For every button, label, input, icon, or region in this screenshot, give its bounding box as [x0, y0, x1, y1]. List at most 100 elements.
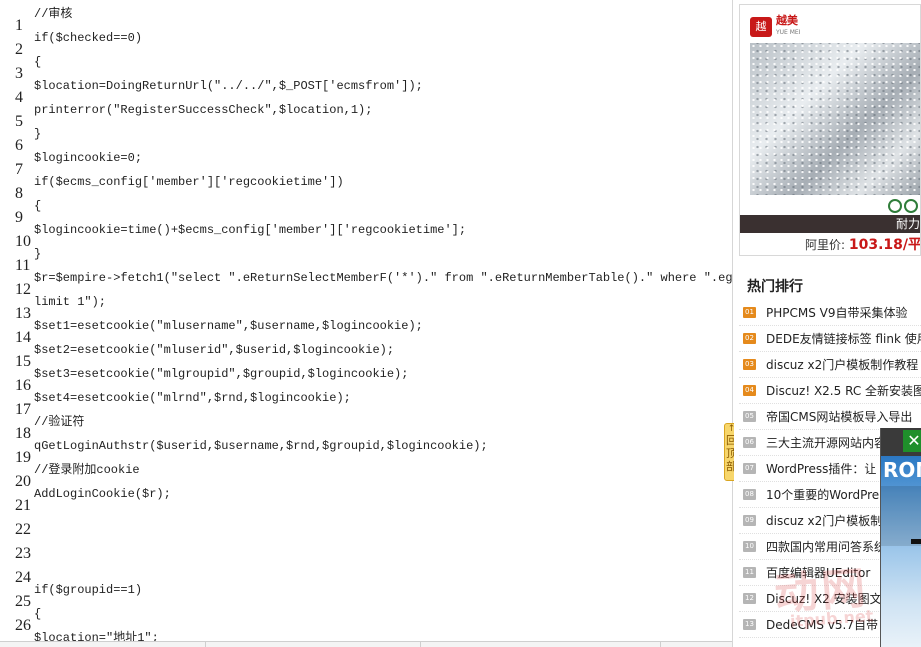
line-number: 14 [15, 329, 31, 346]
line-number: 3 [15, 65, 23, 82]
hot-list-link[interactable]: Discuz! X2 安装图文 [766, 590, 882, 607]
code-line: $set1=esetcookie("mlusername",$username,… [34, 319, 423, 333]
status-bar [0, 641, 732, 647]
code-line: $r=$empire->fetch1("select ".eReturnSele… [34, 271, 733, 285]
line-number: 11 [15, 257, 31, 274]
hot-list-link[interactable]: 百度编辑器UEditor [766, 564, 870, 581]
code-line: $location=DoingReturnUrl("../../",$_POST… [34, 79, 423, 93]
hot-list-link[interactable]: 10个重要的WordPre [766, 486, 879, 503]
hot-list-link[interactable]: DedeCMS v5.7自带 [766, 616, 878, 633]
line-number: 15 [15, 353, 31, 370]
hot-list-link[interactable]: DEDE友情链接标签 flink 使用 [766, 330, 921, 347]
ad-caption: 耐力 [740, 215, 920, 233]
line-number: 1 [15, 17, 23, 34]
rank-badge: 10 [743, 541, 756, 552]
line-number: 16 [15, 377, 31, 394]
rank-badge: 11 [743, 567, 756, 578]
line-number: 25 [15, 593, 31, 610]
line-number: 22 [15, 521, 31, 538]
code-line: $logincookie=0; [34, 151, 143, 165]
hot-list-item[interactable]: 04 Discuz! X2.5 RC 全新安装图 [739, 378, 921, 404]
code-line: AddLoginCookie($r); [34, 487, 171, 501]
hot-list-link[interactable]: PHPCMS V9自带采集体验 [766, 304, 908, 321]
line-number: 24 [15, 569, 31, 586]
code-line: if($ecms_config['member']['regcookietime… [34, 175, 344, 189]
code-line: } [34, 127, 42, 141]
hot-list-link[interactable]: Discuz! X2.5 RC 全新安装图 [766, 382, 921, 399]
floating-ad[interactable]: ✕ ROM [880, 428, 921, 647]
rank-badge: 05 [743, 411, 756, 422]
code-line: { [34, 607, 42, 621]
code-panel: 1 2 3 4 5 6 7 8 9 10 11 12 13 14 15 16 17 18 19 20 21 22 23 24 2… [0, 0, 733, 647]
rank-badge: 04 [743, 385, 756, 396]
line-number: 17 [15, 401, 31, 418]
ad-price[interactable]: 阿里价: 103.18/平 [740, 235, 921, 255]
line-number: 19 [15, 449, 31, 466]
price-label: 阿里价: [804, 238, 846, 252]
rank-badge: 09 [743, 515, 756, 526]
hot-list-item[interactable]: 03 discuz x2门户模板制作教程 [739, 352, 921, 378]
brand-name: 越美 [776, 14, 798, 27]
certification-badges [888, 199, 918, 213]
hot-list-title: 热门排行 [747, 280, 803, 295]
product-ad[interactable]: 越 越美 YUE MEI 耐力 阿里价: 103.18/平 [739, 4, 921, 256]
hot-list-link[interactable]: 四款国内常用问答系统 [766, 538, 886, 555]
close-icon[interactable]: ✕ [903, 430, 921, 452]
badge-icon [904, 199, 918, 213]
code-line: $set2=esetcookie("mluserid",$userid,$log… [34, 343, 395, 357]
line-number: 26 [15, 617, 31, 634]
line-number: 10 [15, 233, 31, 250]
line-number: 21 [15, 497, 31, 514]
rank-badge: 06 [743, 437, 756, 448]
brand-subtitle: YUE MEI [776, 29, 801, 36]
line-number: 6 [15, 137, 23, 154]
rank-badge: 02 [743, 333, 756, 344]
line-number: 18 [15, 425, 31, 442]
rank-badge: 08 [743, 489, 756, 500]
hot-list-link[interactable]: 三大主流开源网站内容管 [766, 434, 898, 451]
hot-list-item[interactable]: 02 DEDE友情链接标签 flink 使用 [739, 326, 921, 352]
code-line: //验证符 [34, 415, 85, 429]
product-image[interactable] [750, 43, 920, 195]
rank-badge: 07 [743, 463, 756, 474]
floating-ad-brand: ROM [883, 458, 921, 482]
status-bar-divider [420, 642, 421, 647]
hot-list-link[interactable]: 帝国CMS网站模板导入导出 [766, 408, 912, 425]
line-number: 23 [15, 545, 31, 562]
code-line: limit 1"); [34, 295, 107, 309]
hot-list-link[interactable]: WordPress插件：让 [766, 460, 876, 477]
line-number: 9 [15, 209, 23, 226]
code-line: { [34, 55, 42, 69]
brand-logo: 越 越美 YUE MEI [750, 15, 801, 39]
line-number: 13 [15, 305, 31, 322]
line-number: 2 [15, 41, 23, 58]
rank-badge: 13 [743, 619, 756, 630]
code-line: { [34, 199, 42, 213]
code-line: //登录附加cookie [34, 463, 140, 477]
rank-badge: 01 [743, 307, 756, 318]
code-line: $set3=esetcookie("mlgroupid",$groupid,$l… [34, 367, 409, 381]
line-number: 8 [15, 185, 23, 202]
price-value: 103.18/平 [848, 237, 921, 253]
code-line: } [34, 247, 42, 261]
badge-icon [888, 199, 902, 213]
code-line: $set4=esetcookie("mlrnd",$rnd,$logincook… [34, 391, 351, 405]
code-line: qGetLoginAuthstr($userid,$username,$rnd,… [34, 439, 488, 453]
code-line: if($checked==0) [34, 31, 143, 45]
hot-list-link[interactable]: discuz x2门户模板制 [766, 512, 882, 529]
floating-ad-header: ✕ [881, 428, 921, 456]
rank-badge: 12 [743, 593, 756, 604]
line-number: 20 [15, 473, 31, 490]
status-bar-divider [205, 642, 206, 647]
code-line: $logincookie=time()+$ecms_config['member… [34, 223, 467, 237]
hot-list-item[interactable]: 01 PHPCMS V9自带采集体验 [739, 300, 921, 326]
hot-list-item[interactable]: 05 帝国CMS网站模板导入导出 [739, 404, 921, 430]
code-line: //审核 [34, 7, 73, 21]
line-number: 7 [15, 161, 23, 178]
rank-badge: 03 [743, 359, 756, 370]
brand-mark-icon: 越 [750, 17, 772, 37]
status-bar-divider [660, 642, 661, 647]
line-number: 12 [15, 281, 31, 298]
code-line: printerror("RegisterSuccessCheck",$locat… [34, 103, 373, 117]
hot-list-link[interactable]: discuz x2门户模板制作教程 [766, 356, 918, 373]
